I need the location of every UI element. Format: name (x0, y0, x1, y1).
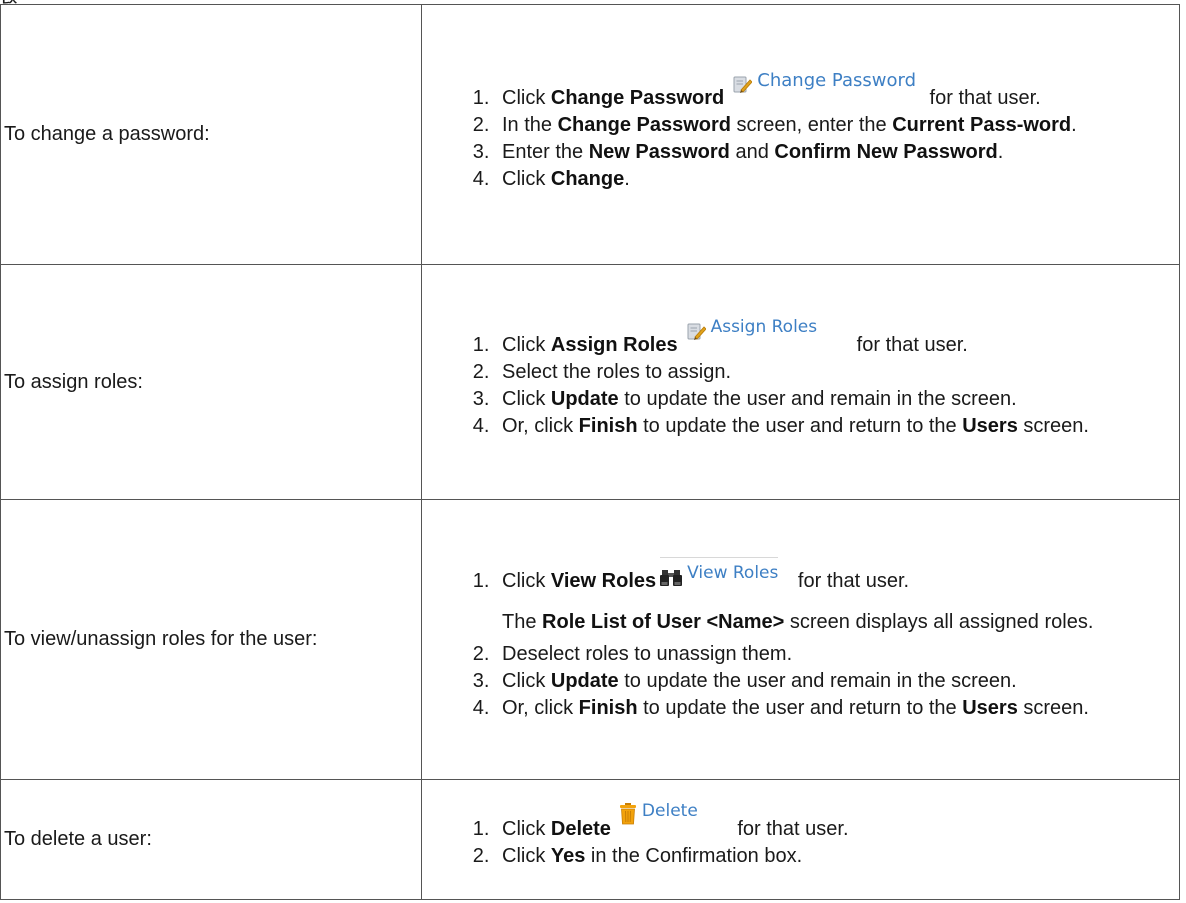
list-item: Deselect roles to unassign them. (495, 641, 1175, 668)
view-roles-button[interactable]: View Roles (660, 557, 779, 587)
steps-list: Click View RolesView Roles for that user… (422, 557, 1175, 722)
task-cell: To view/unassign roles for the user: (0, 499, 422, 780)
steps-cell: Click Assign RolesAssign Roles for that … (421, 264, 1180, 500)
assign-roles-label: Assign Roles (710, 317, 818, 337)
list-item: Or, click Finish to update the user and … (495, 695, 1175, 722)
trash-icon (619, 803, 636, 825)
steps-cell: Click DeleteDelete for that user. Click … (421, 779, 1180, 900)
change-password-label: Change Password (757, 69, 916, 91)
list-item: Click Change PasswordChange Password for… (495, 70, 1175, 112)
view-roles-label: View Roles (687, 563, 779, 583)
list-item: Enter the New Password and Confirm New P… (495, 139, 1175, 166)
delete-button[interactable]: Delete (619, 798, 698, 825)
steps-list: Click DeleteDelete for that user. Click … (422, 801, 1175, 870)
list-item: Click Change. (495, 166, 1175, 193)
list-item: Click Update to update the user and rema… (495, 668, 1175, 695)
user-actions-table: To change a password: Click Change Passw… (0, 4, 1180, 900)
table-row: To change a password: Click Change Passw… (0, 4, 1180, 265)
task-cell: To delete a user: (0, 779, 422, 900)
list-item: In the Change Password screen, enter the… (495, 112, 1175, 139)
steps-list: Click Assign RolesAssign Roles for that … (422, 317, 1175, 440)
list-item: Or, click Finish to update the user and … (495, 413, 1175, 440)
list-item: Click DeleteDelete for that user. (495, 801, 1175, 843)
steps-cell: Click View RolesView Roles for that user… (421, 499, 1180, 780)
pencil-icon (687, 323, 706, 340)
list-item: Click Yes in the Confirmation box. (495, 843, 1175, 870)
list-item: Click View RolesView Roles for that user… (495, 557, 1175, 637)
change-password-button[interactable]: Change Password (732, 67, 916, 94)
delete-label: Delete (641, 801, 698, 821)
table-row: To view/unassign roles for the user: Cli… (0, 499, 1180, 780)
task-cell: To assign roles: (0, 264, 422, 500)
pencil-icon (733, 76, 753, 93)
steps-cell: Click Change PasswordChange Password for… (421, 4, 1180, 265)
list-item: Select the roles to assign. (495, 359, 1175, 386)
task-cell: To change a password: (0, 4, 422, 265)
list-item: Click Update to update the user and rema… (495, 386, 1175, 413)
table-row: To assign roles: Click Assign RolesAssig… (0, 264, 1180, 500)
assign-roles-button[interactable]: Assign Roles (686, 314, 818, 341)
steps-list: Click Change PasswordChange Password for… (422, 70, 1175, 193)
table-row: To delete a user: Click DeleteDelete for… (0, 779, 1180, 900)
step-note: The Role List of User <Name> screen disp… (502, 611, 1094, 633)
binoculars-icon (660, 570, 683, 586)
list-item: Click Assign RolesAssign Roles for that … (495, 317, 1175, 359)
